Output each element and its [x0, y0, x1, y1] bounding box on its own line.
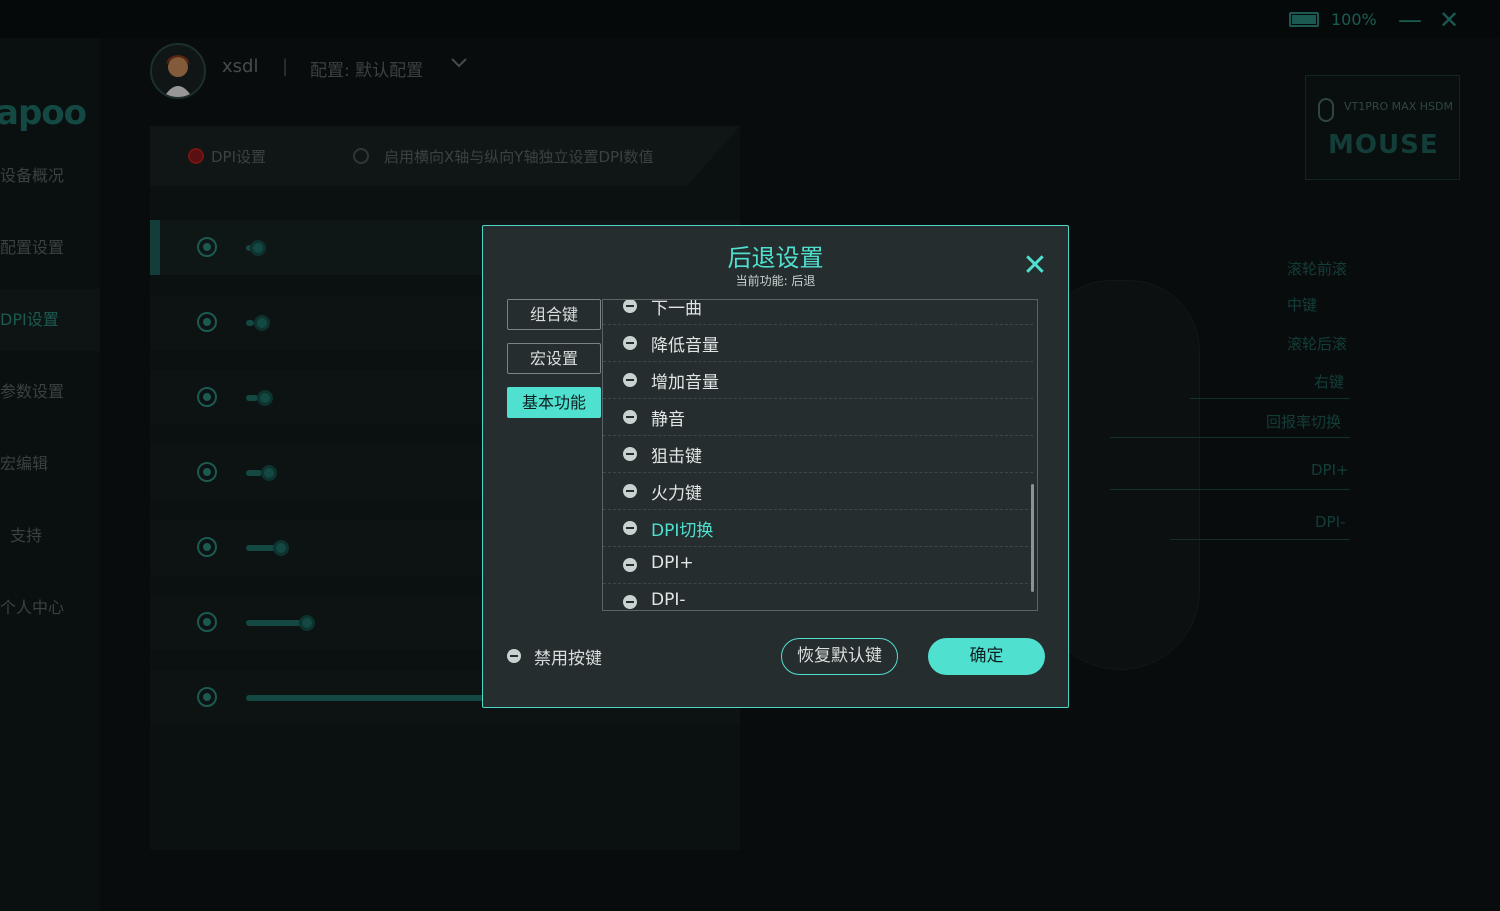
list-item-label: DPI-: [651, 590, 686, 610]
combo-key-button[interactable]: 组合键: [507, 299, 601, 330]
minus-circle-icon: [623, 373, 637, 387]
list-item[interactable]: DPI+: [603, 547, 1033, 584]
function-list[interactable]: 下一曲 降低音量 增加音量 静音 狙击键 火力键 DPI切换 DPI+ DPI-: [602, 299, 1038, 611]
list-item[interactable]: DPI-: [603, 584, 1033, 610]
macro-settings-button[interactable]: 宏设置: [507, 343, 601, 374]
list-item-label: 下一曲: [651, 299, 702, 319]
list-item-label: DPI切换: [651, 521, 714, 541]
minus-circle-icon: [623, 558, 637, 572]
list-item-label: 火力键: [651, 484, 702, 504]
minus-circle-icon: [623, 521, 637, 535]
minus-circle-icon: [623, 484, 637, 498]
dialog-subtitle: 当前功能: 后退: [735, 274, 816, 288]
minus-circle-icon[interactable]: [507, 649, 521, 663]
restore-default-button[interactable]: 恢复默认键: [781, 638, 898, 675]
list-item[interactable]: 下一曲: [603, 299, 1033, 325]
list-item[interactable]: 降低音量: [603, 325, 1033, 362]
list-item-selected[interactable]: DPI切换: [603, 510, 1033, 547]
disable-key-option[interactable]: 禁用按键: [534, 644, 602, 669]
list-item[interactable]: 火力键: [603, 473, 1033, 510]
minus-circle-icon: [623, 447, 637, 461]
confirm-button[interactable]: 确定: [928, 638, 1045, 675]
minus-circle-icon: [623, 595, 637, 609]
list-item-label: DPI+: [651, 553, 694, 573]
minus-circle-icon: [623, 410, 637, 424]
close-icon[interactable]: ✕: [1021, 251, 1049, 282]
list-item-label: 静音: [651, 410, 685, 430]
list-item[interactable]: 静音: [603, 399, 1033, 436]
minus-circle-icon: [623, 336, 637, 350]
list-item-label: 降低音量: [651, 336, 719, 356]
list-scrollbar[interactable]: [1031, 484, 1034, 592]
basic-functions-button[interactable]: 基本功能: [507, 387, 601, 418]
list-item[interactable]: 狙击键: [603, 436, 1033, 473]
key-settings-dialog: 后退设置 当前功能: 后退 ✕ 组合键 宏设置 基本功能 下一曲 降低音量 增加…: [482, 225, 1069, 708]
list-item-label: 增加音量: [651, 373, 719, 393]
list-item-label: 狙击键: [651, 447, 702, 467]
list-item[interactable]: 增加音量: [603, 362, 1033, 399]
dialog-title: 后退设置: [727, 244, 824, 272]
minus-circle-icon: [623, 300, 637, 313]
